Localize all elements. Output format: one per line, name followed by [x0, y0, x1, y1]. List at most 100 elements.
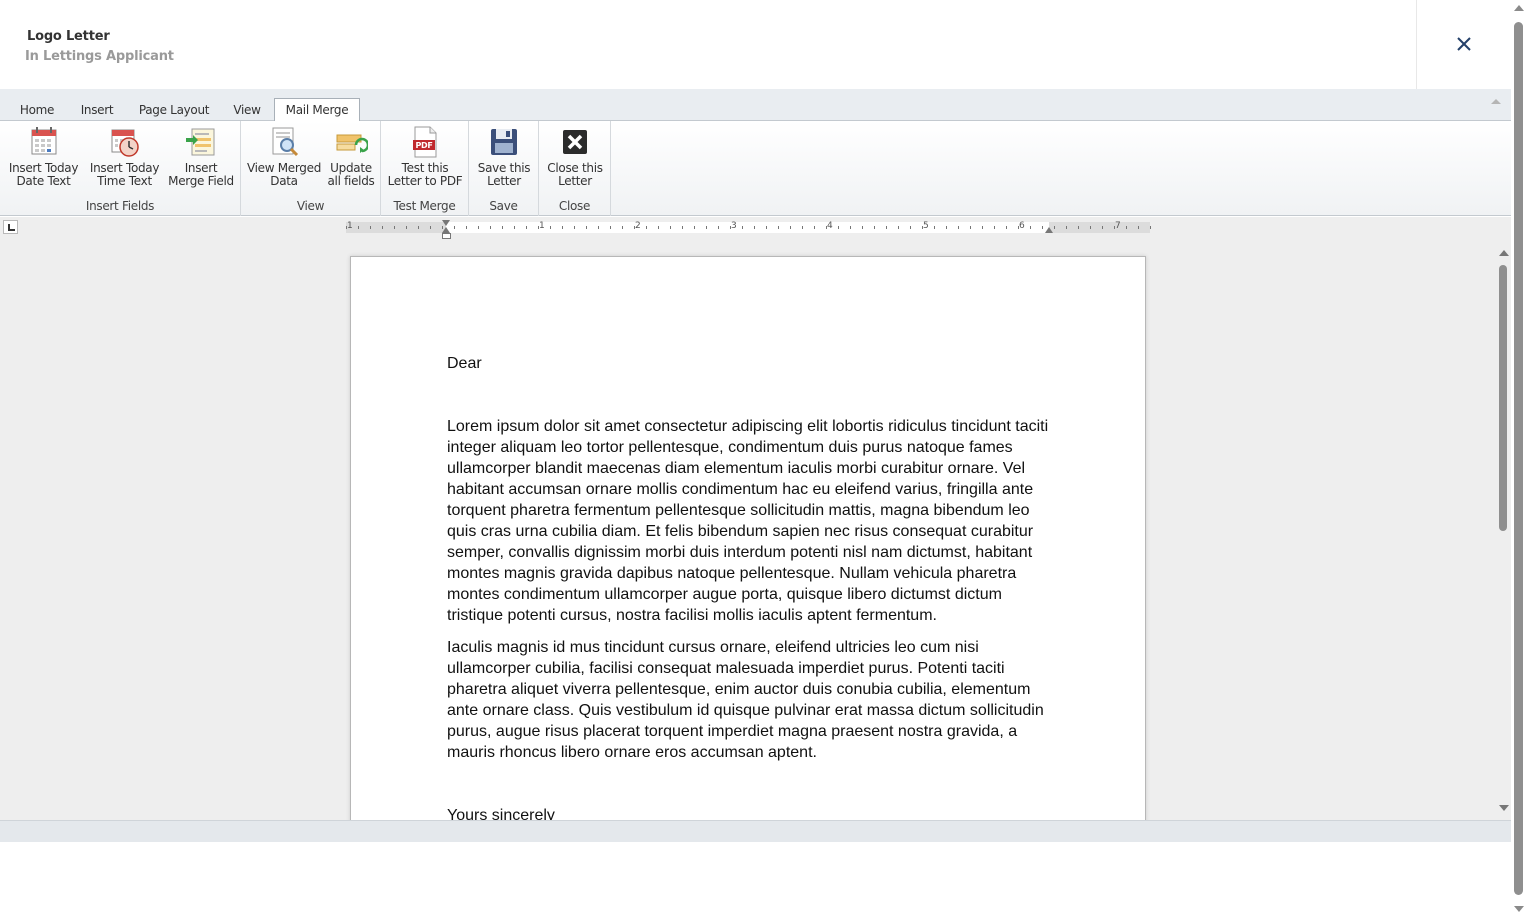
group-close-name: Close	[558, 199, 591, 213]
ruler-number: 1	[347, 221, 353, 231]
ruler-bar: 1 1 2 3 4 5 6 7	[0, 217, 1511, 241]
document-page[interactable]: Dear Lorem ipsum dolor sit amet consecte…	[350, 256, 1146, 820]
page-scrollbar[interactable]	[1511, 0, 1526, 920]
dialog-title: Logo Letter	[27, 29, 110, 44]
right-indent-marker[interactable]	[1045, 227, 1053, 233]
ruler-tick	[766, 226, 767, 229]
letter-closing[interactable]: Yours sincerely	[447, 805, 1057, 820]
ruler-tick	[526, 226, 527, 229]
ruler-tick	[742, 226, 743, 229]
tab-stop-selector-icon[interactable]	[3, 220, 18, 234]
insert-today-date-label: Insert Today Date Text	[8, 161, 79, 188]
dialog-subtitle: In Lettings Applicant	[25, 49, 174, 64]
ruler-tick	[1018, 226, 1019, 229]
document-workspace[interactable]: Dear Lorem ipsum dolor sit amet consecte…	[0, 241, 1511, 820]
close-icon	[1457, 37, 1471, 51]
ruler-tick	[346, 226, 347, 229]
insert-merge-field-button[interactable]: Insert Merge Field	[166, 125, 236, 188]
ruler-tick	[730, 226, 731, 229]
insert-today-time-button[interactable]: Insert Today Time Text	[87, 125, 162, 188]
ruler-tick	[874, 226, 875, 229]
ruler-tick	[790, 226, 791, 229]
document-body[interactable]: Dear Lorem ipsum dolor sit amet consecte…	[447, 353, 1057, 820]
ruler-tick	[370, 226, 371, 229]
document-magnifier-icon	[272, 127, 299, 157]
left-indent-marker[interactable]	[442, 233, 451, 239]
ruler-tick	[658, 226, 659, 229]
tab-insert[interactable]: Insert	[73, 99, 121, 121]
close-letter-button[interactable]: Close this Letter	[543, 125, 607, 188]
scroll-up-arrow-icon[interactable]	[1514, 5, 1524, 11]
tab-mail-merge[interactable]: Mail Merge	[274, 98, 360, 122]
ruler-tick	[1114, 226, 1115, 229]
ruler-tick	[718, 226, 719, 229]
ruler-number: 7	[1115, 221, 1121, 231]
ruler-tick	[826, 226, 827, 229]
letter-paragraph-1[interactable]: Lorem ipsum dolor sit amet consectetur a…	[447, 416, 1057, 626]
ruler-number: 4	[827, 221, 833, 231]
calendar-date-icon	[31, 127, 56, 155]
scroll-down-arrow-icon[interactable]	[1514, 906, 1524, 912]
ruler-tick	[814, 226, 815, 229]
ruler-tick	[1090, 226, 1091, 229]
ruler-tick	[538, 226, 539, 229]
ruler-tick	[502, 226, 503, 229]
ruler-tick	[1054, 226, 1055, 229]
ruler-tick	[394, 226, 395, 229]
pdf-badge: PDF	[415, 141, 432, 150]
ruler-number: 6	[1019, 221, 1025, 231]
ruler-tick	[514, 226, 515, 229]
ruler-tick	[850, 226, 851, 229]
ruler-tick	[910, 226, 911, 229]
group-save: Save this Letter Save	[469, 121, 539, 216]
ruler-tick	[1138, 226, 1139, 229]
ruler-left-margin	[346, 222, 446, 233]
ruler-number: 5	[923, 221, 929, 231]
letter-greeting[interactable]: Dear	[447, 353, 1057, 374]
page-scrollbar-thumb[interactable]	[1514, 22, 1523, 895]
ruler-number: 3	[731, 221, 737, 231]
document-scrollbar-thumb[interactable]	[1499, 265, 1507, 531]
ruler-tick	[1066, 226, 1067, 229]
tab-view[interactable]: View	[227, 99, 267, 121]
document-scroll-down-icon[interactable]	[1499, 805, 1509, 811]
ruler-tick	[706, 226, 707, 229]
insert-today-date-button[interactable]: Insert Today Date Text	[6, 125, 81, 188]
ruler-tick	[934, 226, 935, 229]
save-letter-button[interactable]: Save this Letter	[473, 125, 535, 188]
ruler-tick	[562, 226, 563, 229]
ruler-tick	[418, 226, 419, 229]
document-scrollbar[interactable]	[1496, 241, 1511, 820]
horizontal-ruler[interactable]: 1 1 2 3 4 5 6 7	[346, 221, 1151, 233]
insert-today-time-label: Insert Today Time Text	[89, 161, 160, 188]
document-scroll-up-icon[interactable]	[1499, 250, 1509, 256]
view-merged-data-button[interactable]: View Merged Data	[246, 125, 322, 188]
ruler-tick	[634, 226, 635, 229]
dialog-header: Logo Letter In Lettings Applicant	[0, 0, 1511, 89]
group-close: Close this Letter Close	[539, 121, 611, 216]
first-line-indent-marker[interactable]	[442, 220, 450, 226]
ruler-tick	[550, 226, 551, 229]
editor-status-bar	[0, 820, 1511, 842]
ruler-tick	[490, 226, 491, 229]
close-dialog-button[interactable]	[1449, 29, 1479, 59]
collapse-ribbon-chevron-icon[interactable]	[1491, 99, 1501, 104]
ribbon-tabs: Home Insert Page Layout View Mail Merge	[0, 89, 1511, 122]
test-letter-to-pdf-button[interactable]: PDF Test this Letter to PDF	[385, 125, 465, 188]
close-letter-label: Close this Letter	[547, 161, 603, 188]
ruler-tick	[778, 226, 779, 229]
ruler-tick	[958, 226, 959, 229]
ruler-tick	[970, 226, 971, 229]
ruler-tick	[886, 226, 887, 229]
refresh-fields-icon	[336, 134, 368, 153]
dialog-footer	[0, 842, 1511, 920]
tab-home[interactable]: Home	[14, 99, 60, 121]
ruler-tick	[382, 226, 383, 229]
ruler-tick	[358, 226, 359, 229]
update-all-fields-button[interactable]: Update all fields	[325, 125, 377, 188]
group-view: View Merged Data Update all fields View	[241, 121, 381, 216]
tab-page-layout[interactable]: Page Layout	[133, 99, 215, 121]
letter-paragraph-2[interactable]: Iaculis magnis id mus tincidunt cursus o…	[447, 637, 1057, 763]
pdf-icon: PDF	[413, 126, 437, 158]
close-x-icon	[563, 130, 587, 154]
